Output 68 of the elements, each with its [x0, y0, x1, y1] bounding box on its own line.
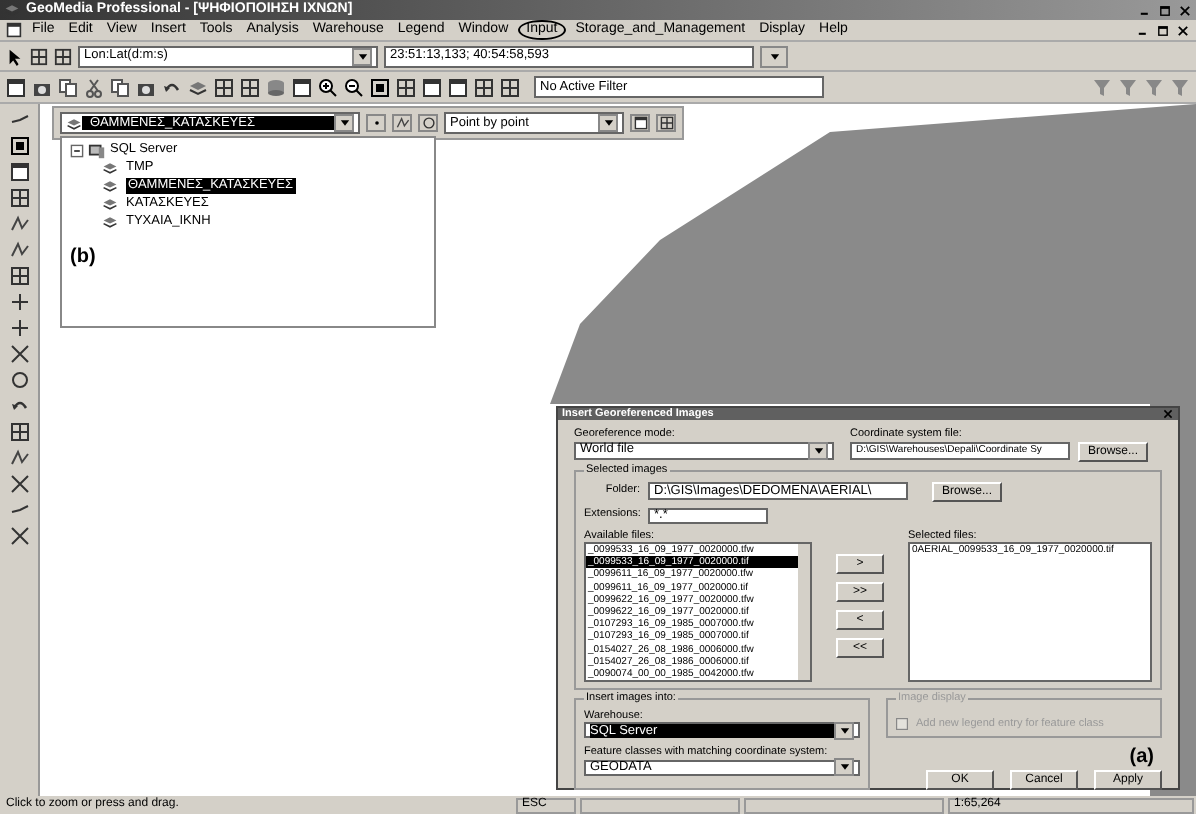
zoom-out-icon[interactable]: [344, 77, 364, 97]
database-icon[interactable]: [266, 77, 286, 97]
window-icon: [633, 116, 647, 130]
grid-icon[interactable]: [240, 77, 260, 97]
frame-icon[interactable]: [370, 77, 390, 97]
grid-icon[interactable]: [474, 77, 494, 97]
annotation-label: (b): [70, 246, 96, 269]
dropdown-button[interactable]: [808, 441, 828, 460]
layers-icon: [66, 115, 82, 131]
dropdown-button[interactable]: [834, 758, 854, 777]
window-icon[interactable]: [9, 162, 29, 182]
frame-icon[interactable]: [9, 136, 29, 156]
grid-icon[interactable]: [396, 77, 416, 97]
maximize-icon[interactable]: [1158, 3, 1172, 17]
circle-icon[interactable]: [9, 370, 29, 390]
caret-icon: [337, 116, 351, 130]
layers-icon[interactable]: [188, 77, 208, 97]
circle-icon: [421, 116, 435, 130]
close-icon[interactable]: [1176, 23, 1190, 37]
close-icon[interactable]: [1178, 3, 1192, 17]
window-icon[interactable]: [422, 77, 442, 97]
annotation-label: (a): [1129, 746, 1154, 770]
grid-icon: [659, 116, 673, 130]
copy-icon[interactable]: [58, 77, 78, 97]
collapse-icon[interactable]: [70, 143, 84, 157]
point-button[interactable]: [366, 114, 386, 132]
window-button[interactable]: [630, 114, 650, 132]
caret-icon: [355, 49, 369, 63]
window-icon[interactable]: [448, 77, 468, 97]
dropdown-button[interactable]: [834, 721, 854, 740]
line-button[interactable]: [392, 114, 412, 132]
zoom-in-icon[interactable]: [318, 77, 338, 97]
tee-icon[interactable]: [9, 318, 29, 338]
pointer-icon[interactable]: [6, 47, 24, 65]
dropdown-button[interactable]: [334, 114, 354, 132]
caret-icon: [811, 443, 825, 458]
caret-icon: [837, 760, 851, 775]
cross-icon[interactable]: [9, 526, 29, 546]
settings-button[interactable]: [656, 114, 676, 132]
close-icon[interactable]: [1162, 408, 1174, 421]
tee-icon[interactable]: [9, 292, 29, 312]
grid-icon[interactable]: [54, 47, 72, 65]
scissors-icon[interactable]: [84, 77, 104, 97]
polyline-icon: [395, 116, 409, 130]
grid-icon[interactable]: [9, 188, 29, 208]
cross-icon[interactable]: [9, 474, 29, 494]
undo-icon[interactable]: [9, 396, 29, 416]
window-icon[interactable]: [6, 77, 26, 97]
restore-icon[interactable]: [1156, 23, 1170, 37]
cross-icon[interactable]: [9, 344, 29, 364]
grid-icon[interactable]: [9, 266, 29, 286]
dropdown-button[interactable]: [598, 114, 618, 132]
copy-icon[interactable]: [110, 77, 130, 97]
grid-icon[interactable]: [500, 77, 520, 97]
window-icon[interactable]: [292, 77, 312, 97]
grid-icon[interactable]: [30, 47, 48, 65]
caret-icon: [767, 49, 781, 63]
scrollbar[interactable]: [798, 543, 810, 680]
dot-icon: [369, 116, 383, 130]
polyline-icon[interactable]: [9, 448, 29, 468]
server-icon: [88, 141, 106, 159]
document-icon: [6, 22, 22, 38]
grid-icon[interactable]: [9, 422, 29, 442]
area-button[interactable]: [418, 114, 438, 132]
dropdown-button[interactable]: [352, 47, 372, 65]
grid-icon[interactable]: [214, 77, 234, 97]
caret-icon: [601, 116, 615, 130]
dropdown-button[interactable]: [760, 45, 788, 67]
